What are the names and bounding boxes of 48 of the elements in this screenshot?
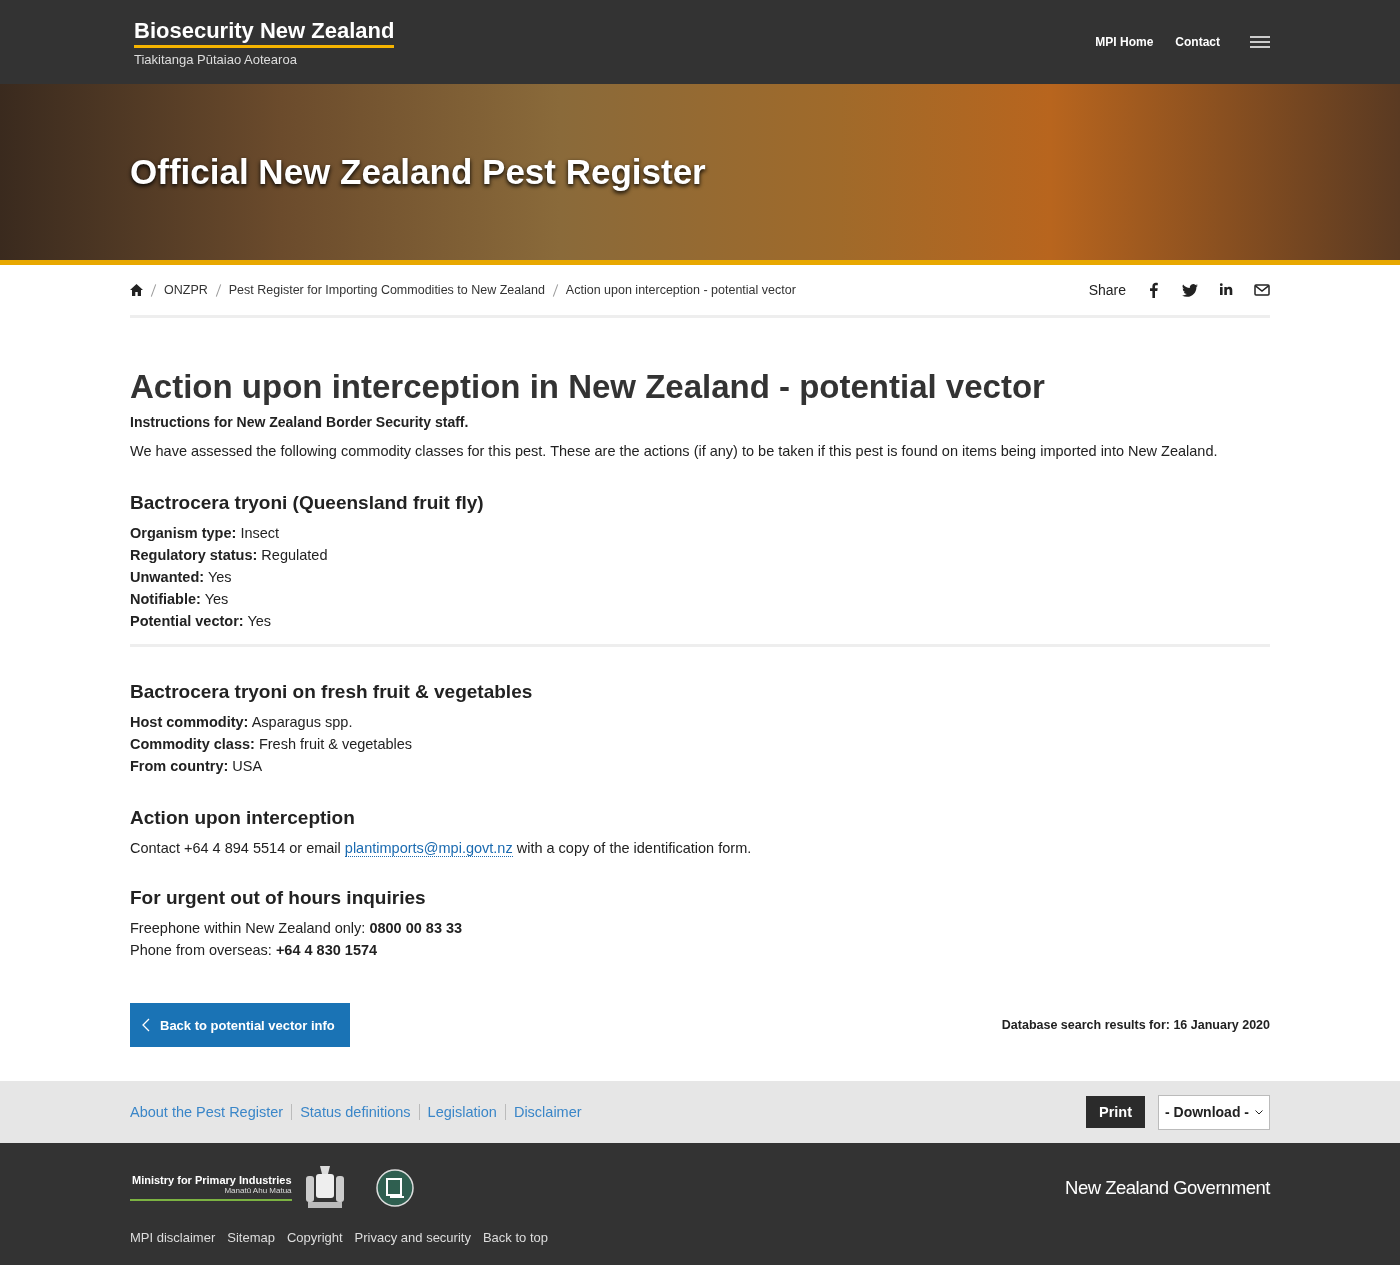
linkedin-icon[interactable] — [1218, 282, 1234, 298]
home-icon[interactable] — [130, 284, 143, 296]
phone-line: Phone from overseas: +64 4 830 1574 — [130, 941, 379, 960]
commodity-fact: Host commodity: Asparagus spp. — [130, 713, 354, 732]
site-logo-title[interactable]: Biosecurity New Zealand — [134, 17, 395, 48]
pest-fact: Organism type: Insect — [130, 524, 281, 543]
footer-link[interactable]: Privacy and security — [354, 1229, 471, 1245]
footer-link[interactable]: Copyright — [286, 1229, 343, 1245]
commodity-fact: From country: USA — [130, 757, 264, 776]
page-title: Action upon interception in New Zealand - potential vector — [130, 368, 1046, 406]
phone-line: Freephone within New Zealand only: 0800 00 83 33 — [130, 919, 464, 938]
nav-link[interactable]: Contact — [1175, 35, 1220, 49]
intro-paragraph: We have assessed the following commodity classes for this pest. These are the actions (if any) to be taken if this pest is found on items being imported into New Zealand. — [130, 442, 1219, 461]
email-link[interactable]: plantimports@mpi.govt.nz — [344, 840, 513, 857]
back-button[interactable]: Back to potential vector info — [130, 1003, 350, 1047]
email-icon[interactable] — [1254, 282, 1270, 298]
breadcrumb-link[interactable]: Action upon interception - potential vector — [565, 283, 796, 297]
print-button[interactable]: Print — [1085, 1096, 1145, 1128]
pest-fact: Unwanted: Yes — [130, 568, 233, 587]
mpi-logo-title: Ministry for Primary Industries — [132, 1174, 292, 1186]
chevron-left-icon — [142, 1018, 150, 1032]
pest-fact: Notifiable: Yes — [130, 590, 230, 609]
commodity-heading: Bactrocera tryoni on fresh fruit & vegetables — [130, 681, 534, 703]
download-select[interactable]: - Download - — [1158, 1094, 1270, 1130]
twitter-icon[interactable] — [1182, 282, 1198, 298]
chevron-down-icon — [1255, 1109, 1263, 1115]
pest-fact: Potential vector: Yes — [130, 612, 273, 631]
breadcrumb-link[interactable]: ONZPR — [164, 283, 208, 297]
share-label: Share — [1088, 282, 1126, 298]
nav-link[interactable]: MPI Home — [1095, 35, 1154, 49]
action-heading: Action upon interception — [130, 807, 356, 829]
footer-link[interactable]: Sitemap — [227, 1229, 275, 1245]
page-subtitle: Instructions for New Zealand Border Security staff. — [130, 414, 470, 430]
site-logo-subtitle: Tiakitanga Pūtaiao Aotearoa — [134, 51, 298, 67]
mpi-logo-subtitle: Manatū Ahu Matua — [224, 1186, 292, 1195]
hero-title: Official New Zealand Pest Register — [130, 152, 706, 192]
pest-heading: Bactrocera tryoni (Queensland fruit fly) — [130, 492, 485, 514]
footer-link[interactable]: Back to top — [482, 1229, 548, 1245]
government-wordmark[interactable]: New Zealand Government — [1065, 1176, 1270, 1199]
urgent-heading: For urgent out of hours inquiries — [130, 887, 427, 909]
pest-fact: Regulatory status: Regulated — [130, 546, 329, 565]
footer-link[interactable]: MPI disclaimer — [130, 1229, 216, 1245]
commodity-fact: Commodity class: Fresh fruit & vegetables — [130, 735, 414, 754]
breadcrumb-link[interactable]: Pest Register for Importing Commodities to New Zealand — [228, 283, 545, 297]
action-paragraph: Contact +64 4 894 5514 or email plantimports@mpi.govt.nz with a copy of the identification form. — [130, 839, 753, 859]
menu-icon[interactable] — [1250, 36, 1270, 48]
mpi-logo[interactable]: Ministry for Primary Industries Manatū Ahu Matua — [130, 1174, 292, 1201]
search-date: Database search results for: 16 January 2020 — [1001, 1018, 1270, 1032]
